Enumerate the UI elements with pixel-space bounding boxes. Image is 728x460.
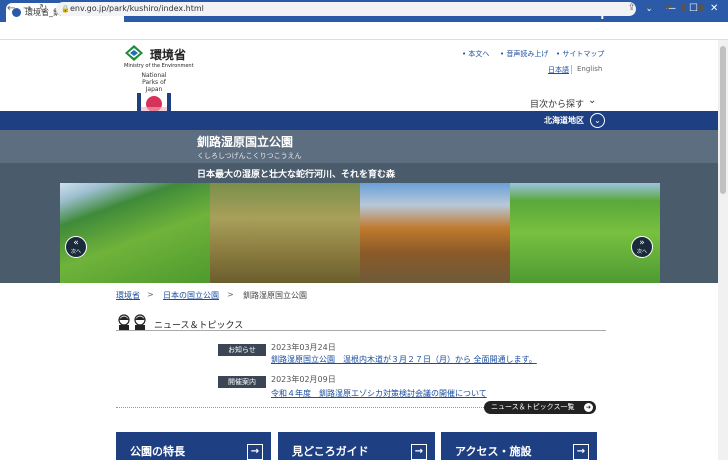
news-badge: 開催案内 [218, 376, 266, 388]
star-icon[interactable]: ☆ [645, 3, 653, 13]
sitemap-link[interactable]: • サイトマップ [556, 49, 604, 59]
news-badge: お知らせ [218, 344, 266, 356]
skip-to-content-link[interactable]: • 本文へ [462, 49, 489, 59]
read-aloud-link[interactable]: • 音声読み上げ [500, 49, 548, 59]
region-label[interactable]: 北海道地区 [544, 115, 584, 126]
address-bar [0, 22, 728, 40]
news-item-link[interactable]: 令和４年度 釧路湿原エゾシカ対策検討会議の開催について [271, 388, 487, 399]
region-bar [0, 111, 718, 130]
chevron-down-icon[interactable]: ⌄ [588, 95, 596, 106]
carousel-right-margin [660, 183, 718, 283]
ministry-name: 環境省 [150, 48, 187, 62]
forward-icon[interactable]: → [23, 3, 31, 14]
national-parks-label: National Parks of Japan [141, 72, 167, 93]
photo-tussock-sedge [210, 183, 360, 283]
back-icon[interactable]: ← [7, 3, 15, 14]
arrow-right-icon: ➜ [584, 403, 593, 412]
park-catchphrase: 日本最大の湿原と壮大な蛇行河川、それを育む森 [197, 170, 396, 180]
lang-japanese-link[interactable]: 日本語 [548, 65, 569, 75]
reload-icon[interactable]: ↻ [39, 3, 47, 14]
extensions-icon[interactable]: ✚ [664, 3, 672, 13]
arrow-right-icon: → [247, 444, 263, 460]
breadcrumb-separator: > [147, 290, 154, 299]
toc-search-button[interactable]: 目次から探す [530, 97, 584, 110]
lang-english-link[interactable]: English [577, 65, 602, 73]
card-highlights-guide[interactable]: 見どころガイド → [278, 432, 435, 460]
park-name: 釧路湿原国立公園 [197, 135, 294, 149]
news-item-link[interactable]: 釧路湿原国立公園 温根内木道が３月２７日（月）から 全面開通します。 [271, 354, 537, 365]
card-park-features[interactable]: 公園の特長 → [116, 432, 271, 460]
ministry-mark-icon [125, 45, 143, 61]
news-list-button[interactable]: ニュース＆トピックス一覧 ➜ [484, 401, 596, 414]
park-name-kana: くしろしつげんこくりつこうえん [197, 152, 302, 160]
lang-divider [571, 65, 572, 74]
breadcrumb-current: 釧路湿原国立公園 [243, 291, 307, 300]
region-expand-icon[interactable]: ⌄ [590, 113, 605, 128]
breadcrumb-home[interactable]: 環境省 [116, 290, 140, 301]
url-field[interactable]: 🔒 env.go.jp/park/kushiro/index.html [56, 2, 636, 16]
lock-icon: 🔒 [61, 5, 70, 13]
share-icon[interactable]: ⇪ [628, 3, 636, 13]
arrow-right-icon: → [411, 444, 427, 460]
news-dotted-divider [116, 407, 486, 408]
news-date: 2023年02月09日 [271, 375, 336, 384]
carousel-next-button[interactable]: » 次へ [631, 236, 653, 258]
photo-wetland-aerial [60, 183, 210, 283]
carousel-prev-button[interactable]: «次へ [65, 236, 87, 258]
arrow-right-icon: → [573, 444, 589, 460]
carousel-left-margin [0, 183, 60, 283]
url-text: env.go.jp/park/kushiro/index.html [70, 4, 204, 13]
photo-carousel [60, 183, 660, 283]
card-access-facilities-label: アクセス・施設 [455, 445, 532, 458]
photo-horse-riding [360, 183, 510, 283]
scrollbar-thumb[interactable] [720, 46, 726, 194]
sidepanel-icon[interactable]: ▮ [681, 3, 686, 13]
card-access-facilities[interactable]: アクセス・施設 → [441, 432, 597, 460]
news-people-icon [118, 314, 146, 330]
profile-icon[interactable]: ● [697, 3, 705, 13]
menu-icon[interactable]: ⋮ [713, 3, 722, 13]
breadcrumb-parks[interactable]: 日本の国立公園 [163, 290, 219, 301]
park-title-band-top [0, 130, 718, 163]
news-list-label: ニュース＆トピックス一覧 [491, 403, 575, 411]
news-divider [116, 330, 606, 331]
photo-meandering-river [510, 183, 660, 283]
news-date: 2023年03月24日 [271, 343, 336, 352]
breadcrumb-separator: > [227, 290, 234, 299]
card-park-features-label: 公園の特長 [130, 445, 185, 458]
card-highlights-guide-label: 見どころガイド [292, 445, 369, 458]
ministry-name-en: Ministry of the Environment [124, 63, 194, 69]
